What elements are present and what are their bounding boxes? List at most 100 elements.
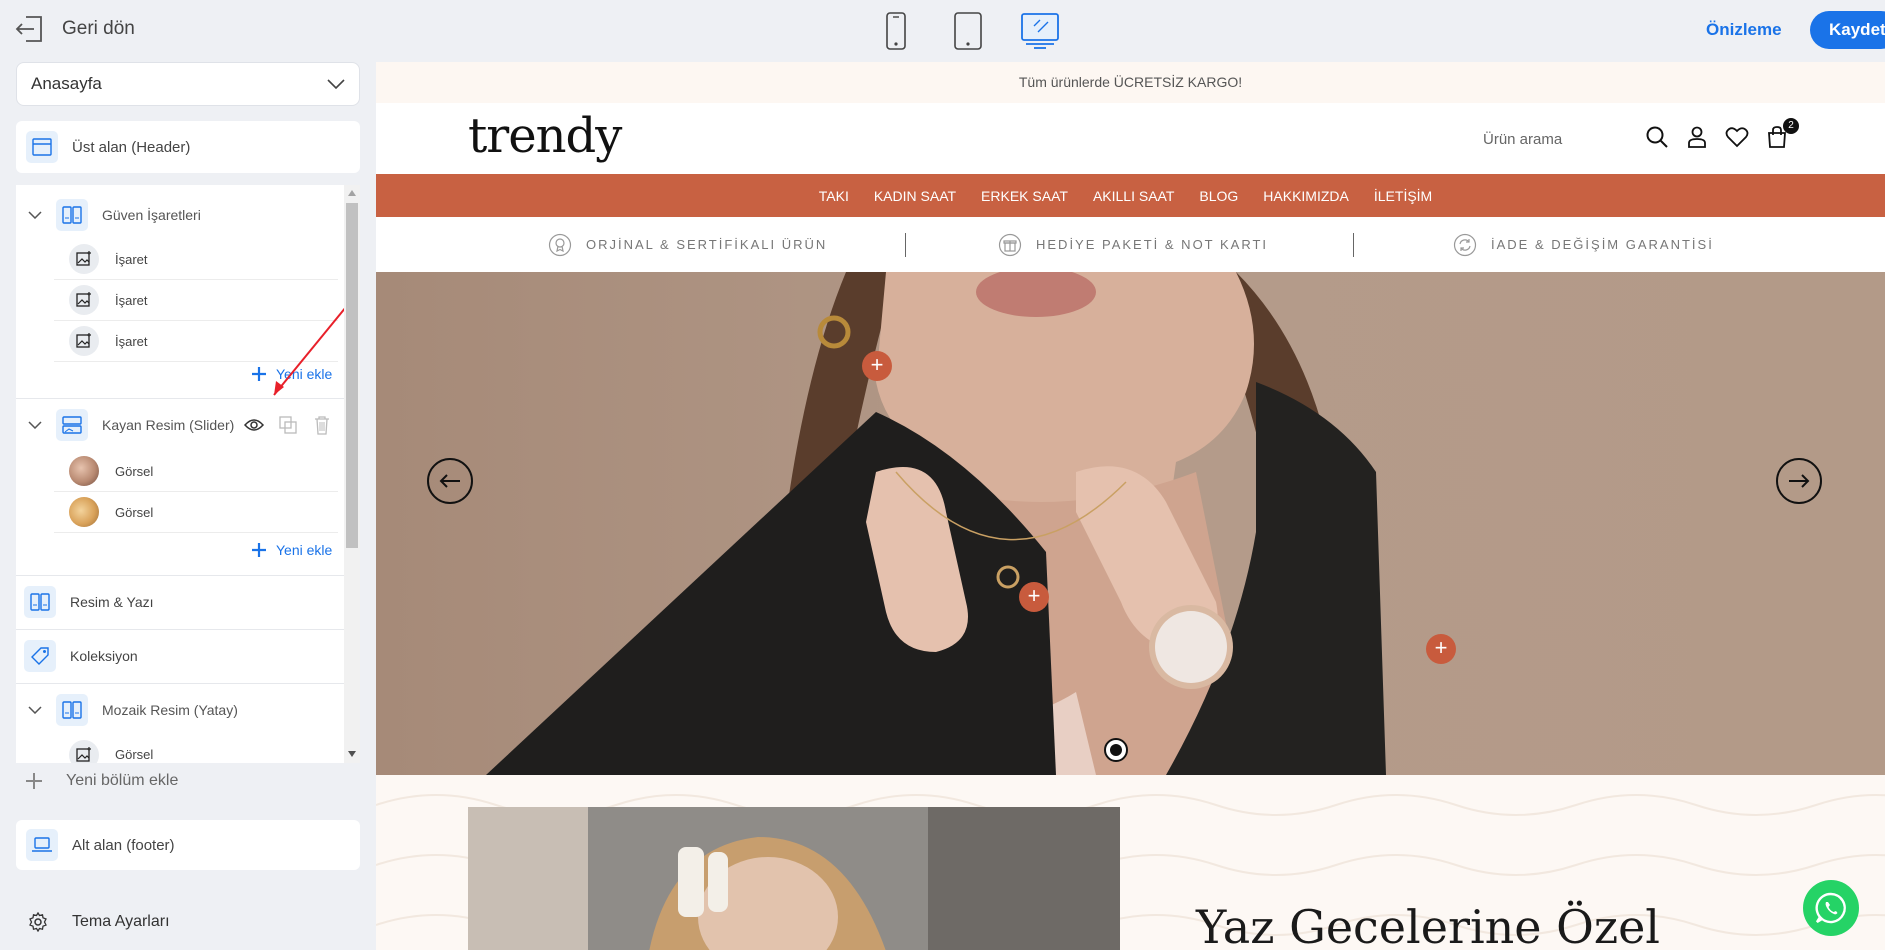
section-label: Güven İşaretleri bbox=[102, 207, 201, 223]
preview-button[interactable]: Önizleme bbox=[1706, 20, 1782, 40]
nav-item[interactable]: HAKKIMIZDA bbox=[1263, 188, 1349, 204]
arrow-left-icon bbox=[439, 474, 460, 488]
trust-label: İADE & DEĞİŞİM GARANTİSİ bbox=[1491, 237, 1714, 252]
section-label: Koleksiyon bbox=[70, 648, 138, 664]
nav-item[interactable]: BLOG bbox=[1199, 188, 1238, 204]
desktop-view-button[interactable] bbox=[1020, 10, 1060, 52]
trust-item: HEDİYE PAKETİ & NOT KARTI bbox=[998, 217, 1268, 272]
search-icon[interactable] bbox=[1644, 124, 1670, 150]
user-icon[interactable] bbox=[1684, 124, 1710, 150]
nav-item[interactable]: İLETİŞİM bbox=[1374, 188, 1432, 204]
section-actions bbox=[242, 413, 334, 437]
device-switcher bbox=[876, 10, 1060, 52]
image-text-section: Yaz Gecelerine Özel bbox=[376, 775, 1885, 950]
section-collection[interactable]: Koleksiyon bbox=[16, 631, 344, 681]
cart-count-badge: 2 bbox=[1783, 118, 1799, 134]
divider bbox=[16, 683, 344, 684]
item-label: Görsel bbox=[115, 463, 154, 479]
hero-image bbox=[376, 272, 1885, 775]
tag-icon bbox=[24, 640, 56, 672]
list-item[interactable]: Görsel bbox=[54, 734, 338, 763]
add-new-button[interactable]: Yeni ekle bbox=[252, 542, 332, 558]
cart-icon[interactable]: 2 bbox=[1764, 118, 1799, 150]
section-label: Mozaik Resim (Yatay) bbox=[102, 702, 238, 718]
header-icons: 2 bbox=[1644, 118, 1799, 150]
laptop-icon bbox=[26, 829, 58, 861]
nav-item[interactable]: AKILLI SAAT bbox=[1093, 188, 1174, 204]
section-label: Resim & Yazı bbox=[70, 594, 154, 610]
tablet-icon bbox=[954, 12, 982, 50]
slider-dot[interactable] bbox=[1104, 738, 1128, 762]
divider bbox=[905, 233, 906, 257]
section-headline: Yaz Gecelerine Özel bbox=[1196, 900, 1661, 950]
scroll-down-icon[interactable] bbox=[348, 751, 356, 757]
item-label: İşaret bbox=[115, 251, 148, 267]
product-hotspot[interactable]: + bbox=[1019, 582, 1049, 612]
whatsapp-icon bbox=[1815, 892, 1846, 924]
site-logo[interactable]: trendy bbox=[468, 108, 622, 164]
phone-icon bbox=[886, 12, 906, 50]
mobile-view-button[interactable] bbox=[876, 10, 916, 52]
image-add-icon bbox=[69, 739, 99, 763]
eye-icon bbox=[244, 419, 264, 431]
section-footer[interactable]: Alt alan (footer) bbox=[16, 820, 360, 870]
back-button[interactable]: Geri dön bbox=[14, 14, 135, 44]
gear-icon bbox=[29, 912, 47, 932]
feature-image bbox=[468, 807, 1120, 950]
delete-button[interactable] bbox=[310, 413, 334, 437]
header-layout-icon bbox=[26, 131, 58, 163]
section-tree: Güven İşaretleri İşaret İşaret İşaret Ye… bbox=[16, 185, 360, 763]
list-item[interactable]: Görsel bbox=[54, 451, 338, 492]
tablet-view-button[interactable] bbox=[948, 10, 988, 52]
announcement-bar[interactable]: Tüm ürünlerde ÜCRETSİZ KARGO! bbox=[376, 62, 1885, 103]
chevron-down-icon[interactable] bbox=[26, 211, 44, 219]
copy-icon bbox=[279, 416, 297, 434]
slider-prev-button[interactable] bbox=[427, 458, 473, 504]
image-add-icon bbox=[69, 326, 99, 356]
scrollbar-thumb[interactable] bbox=[346, 203, 358, 548]
thumbnail-image bbox=[69, 456, 99, 486]
save-button[interactable]: Kaydet bbox=[1810, 11, 1885, 49]
theme-label: Tema Ayarları bbox=[72, 913, 170, 930]
whatsapp-button[interactable] bbox=[1803, 880, 1859, 936]
page-select[interactable]: Anasayfa bbox=[16, 62, 360, 106]
page-select-value: Anasayfa bbox=[31, 74, 102, 93]
nav-item[interactable]: ERKEK SAAT bbox=[981, 188, 1068, 204]
refresh-icon bbox=[1453, 233, 1477, 256]
add-new-label: Yeni ekle bbox=[276, 542, 333, 558]
chevron-down-icon[interactable] bbox=[26, 421, 44, 429]
chevron-down-icon[interactable] bbox=[26, 706, 44, 714]
item-label: Görsel bbox=[115, 747, 154, 762]
site-preview: Tüm ürünlerde ÜCRETSİZ KARGO! trendy Ürü… bbox=[376, 62, 1885, 950]
product-hotspot[interactable]: + bbox=[1426, 634, 1456, 664]
blocks-icon bbox=[24, 586, 56, 618]
exit-icon bbox=[15, 16, 42, 42]
duplicate-button[interactable] bbox=[276, 413, 300, 437]
trust-item: ORJİNAL & SERTİFİKALI ÜRÜN bbox=[548, 217, 827, 272]
slider-next-button[interactable] bbox=[1776, 458, 1822, 504]
annotation-arrow-icon bbox=[273, 306, 347, 396]
heart-icon[interactable] bbox=[1724, 124, 1750, 150]
section-header[interactable]: Üst alan (Header) bbox=[16, 121, 360, 173]
visibility-button[interactable] bbox=[242, 413, 266, 437]
search-input[interactable]: Ürün arama bbox=[1483, 131, 1562, 148]
thumbnail-image bbox=[69, 497, 99, 527]
section-mosaic[interactable]: Mozaik Resim (Yatay) bbox=[16, 686, 344, 734]
blocks-icon bbox=[56, 694, 88, 726]
list-item[interactable]: Görsel bbox=[54, 492, 338, 533]
list-item[interactable]: İşaret bbox=[54, 239, 338, 280]
add-section-button[interactable]: Yeni bölüm ekle bbox=[26, 772, 178, 790]
arrow-right-icon bbox=[1789, 474, 1810, 488]
section-trust[interactable]: Güven İşaretleri bbox=[16, 191, 344, 239]
trash-icon bbox=[315, 416, 329, 435]
back-label: Geri dön bbox=[62, 18, 135, 39]
certificate-icon bbox=[548, 233, 572, 256]
nav-item[interactable]: TAKI bbox=[819, 188, 849, 204]
scroll-up-icon[interactable] bbox=[348, 190, 356, 196]
nav-item[interactable]: KADIN SAAT bbox=[874, 188, 956, 204]
chevron-down-icon bbox=[327, 79, 345, 89]
section-image-text[interactable]: Resim & Yazı bbox=[16, 577, 344, 627]
product-hotspot[interactable]: + bbox=[862, 351, 892, 381]
theme-settings-button[interactable]: Tema Ayarları bbox=[28, 912, 170, 932]
item-label: İşaret bbox=[115, 333, 148, 349]
